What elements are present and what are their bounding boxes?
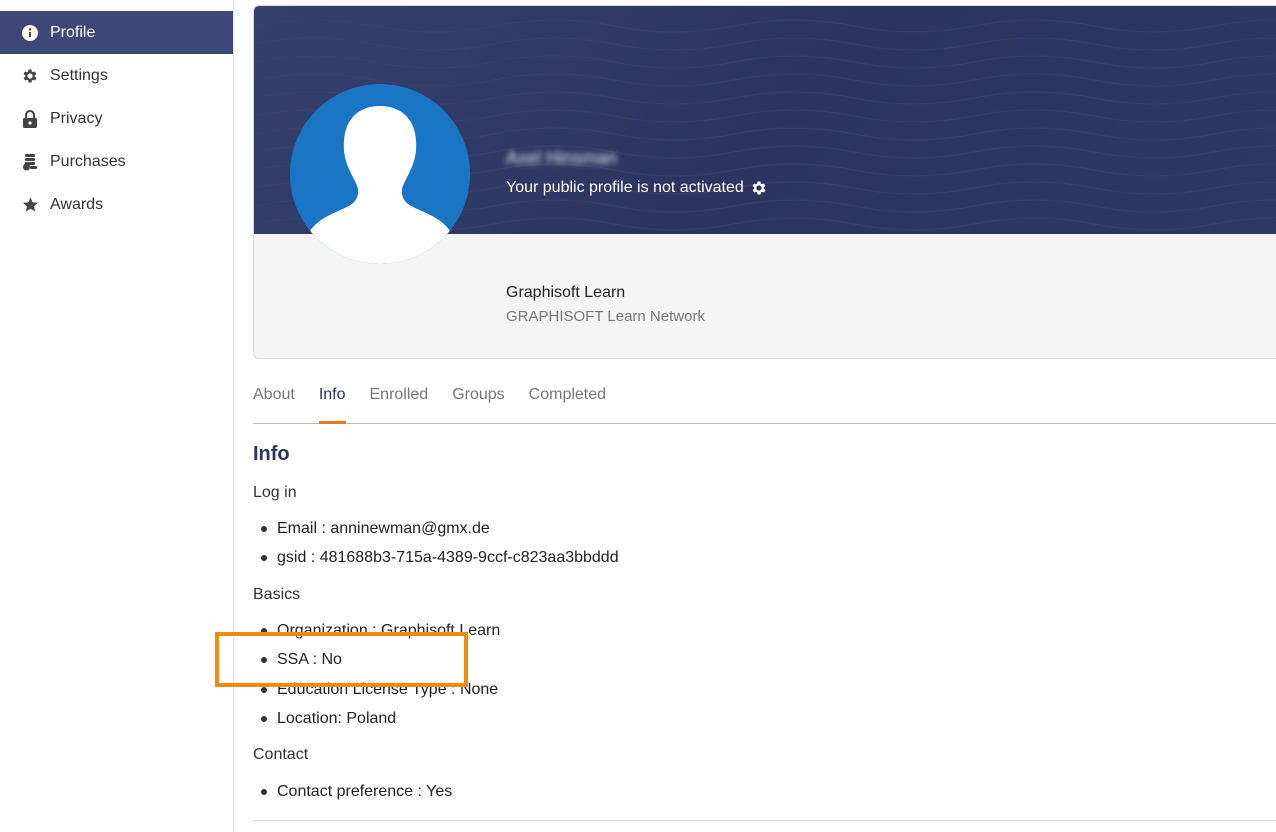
bullet-icon xyxy=(261,657,267,663)
sidebar-item-label: Settings xyxy=(50,66,108,84)
bullet-icon xyxy=(261,526,267,532)
profile-name: Axel Hinsman xyxy=(506,148,618,168)
list-item-text: Email : anninewman@gmx.de xyxy=(277,520,490,537)
list-item-text: Organization : Graphisoft Learn xyxy=(277,622,501,639)
list-item-email: Email : anninewman@gmx.de xyxy=(261,520,490,538)
list-item-location: Location: Poland xyxy=(261,710,396,728)
sidebar-item-label: Purchases xyxy=(50,152,126,170)
bullet-icon xyxy=(261,628,267,634)
list-item-contact-preference: Contact preference : Yes xyxy=(261,783,452,801)
bullet-icon xyxy=(261,555,267,561)
sidebar-item-label: Privacy xyxy=(50,109,103,127)
list-item-text: Contact preference : Yes xyxy=(277,783,453,800)
public-status-text: Your public profile is not activated xyxy=(506,179,744,196)
tab-about[interactable]: About xyxy=(253,378,295,423)
tab-info[interactable]: Info xyxy=(318,378,346,424)
contact-group-label: Contact xyxy=(253,746,309,763)
profile-card: Axel Hinsman Your public profile is not … xyxy=(253,5,1276,359)
list-item-text: SSA : No xyxy=(277,651,342,668)
login-group-label: Log in xyxy=(253,484,297,501)
list-item-text: Education License Type : None xyxy=(277,681,499,698)
bullet-icon xyxy=(261,716,267,722)
list-item-organization: Organization : Graphisoft Learn xyxy=(261,622,500,640)
gear-icon xyxy=(21,67,39,85)
list-item-text: gsid : 481688b3-715a-4389-9ccf-c823aa3bb… xyxy=(277,549,619,566)
coins-icon xyxy=(21,153,39,171)
main-content: Axel Hinsman Your public profile is not … xyxy=(253,0,1276,832)
sidebar-item-settings[interactable]: Settings xyxy=(0,54,233,97)
profile-tabs: About Info Enrolled Groups Completed xyxy=(253,378,1276,424)
sidebar-item-privacy[interactable]: Privacy xyxy=(0,97,233,140)
tab-completed[interactable]: Completed xyxy=(529,378,606,423)
organization-network: GRAPHISOFT Learn Network xyxy=(506,308,705,325)
list-item-ssa: SSA : No xyxy=(261,651,342,669)
avatar[interactable] xyxy=(290,84,470,264)
sidebar-item-awards[interactable]: Awards xyxy=(0,183,233,226)
sidebar-item-label: Profile xyxy=(50,23,96,41)
public-profile-status: Your public profile is not activated xyxy=(506,179,768,197)
sidebar-item-purchases[interactable]: Purchases xyxy=(0,140,233,183)
info-heading: Info xyxy=(253,443,290,465)
organization-name: Graphisoft Learn xyxy=(506,284,626,301)
star-icon xyxy=(21,196,39,214)
divider xyxy=(253,820,1276,821)
sidebar-item-label: Awards xyxy=(50,195,104,213)
basics-group-label: Basics xyxy=(253,586,301,603)
list-item-gsid: gsid : 481688b3-715a-4389-9ccf-c823aa3bb… xyxy=(261,549,619,567)
list-item-text: Location: Poland xyxy=(277,710,397,727)
list-item-education-license: Education License Type : None xyxy=(261,681,498,699)
sidebar-item-profile[interactable]: Profile xyxy=(0,11,233,54)
sidebar: Profile Settings Privacy Purchases Award… xyxy=(0,0,234,832)
tab-groups[interactable]: Groups xyxy=(452,378,504,423)
bullet-icon xyxy=(261,687,267,693)
gear-icon[interactable] xyxy=(750,179,768,197)
tab-enrolled[interactable]: Enrolled xyxy=(370,378,429,423)
lock-icon xyxy=(21,109,39,128)
info-icon xyxy=(21,24,39,42)
bullet-icon xyxy=(261,789,267,795)
user-silhouette-icon xyxy=(290,84,470,264)
